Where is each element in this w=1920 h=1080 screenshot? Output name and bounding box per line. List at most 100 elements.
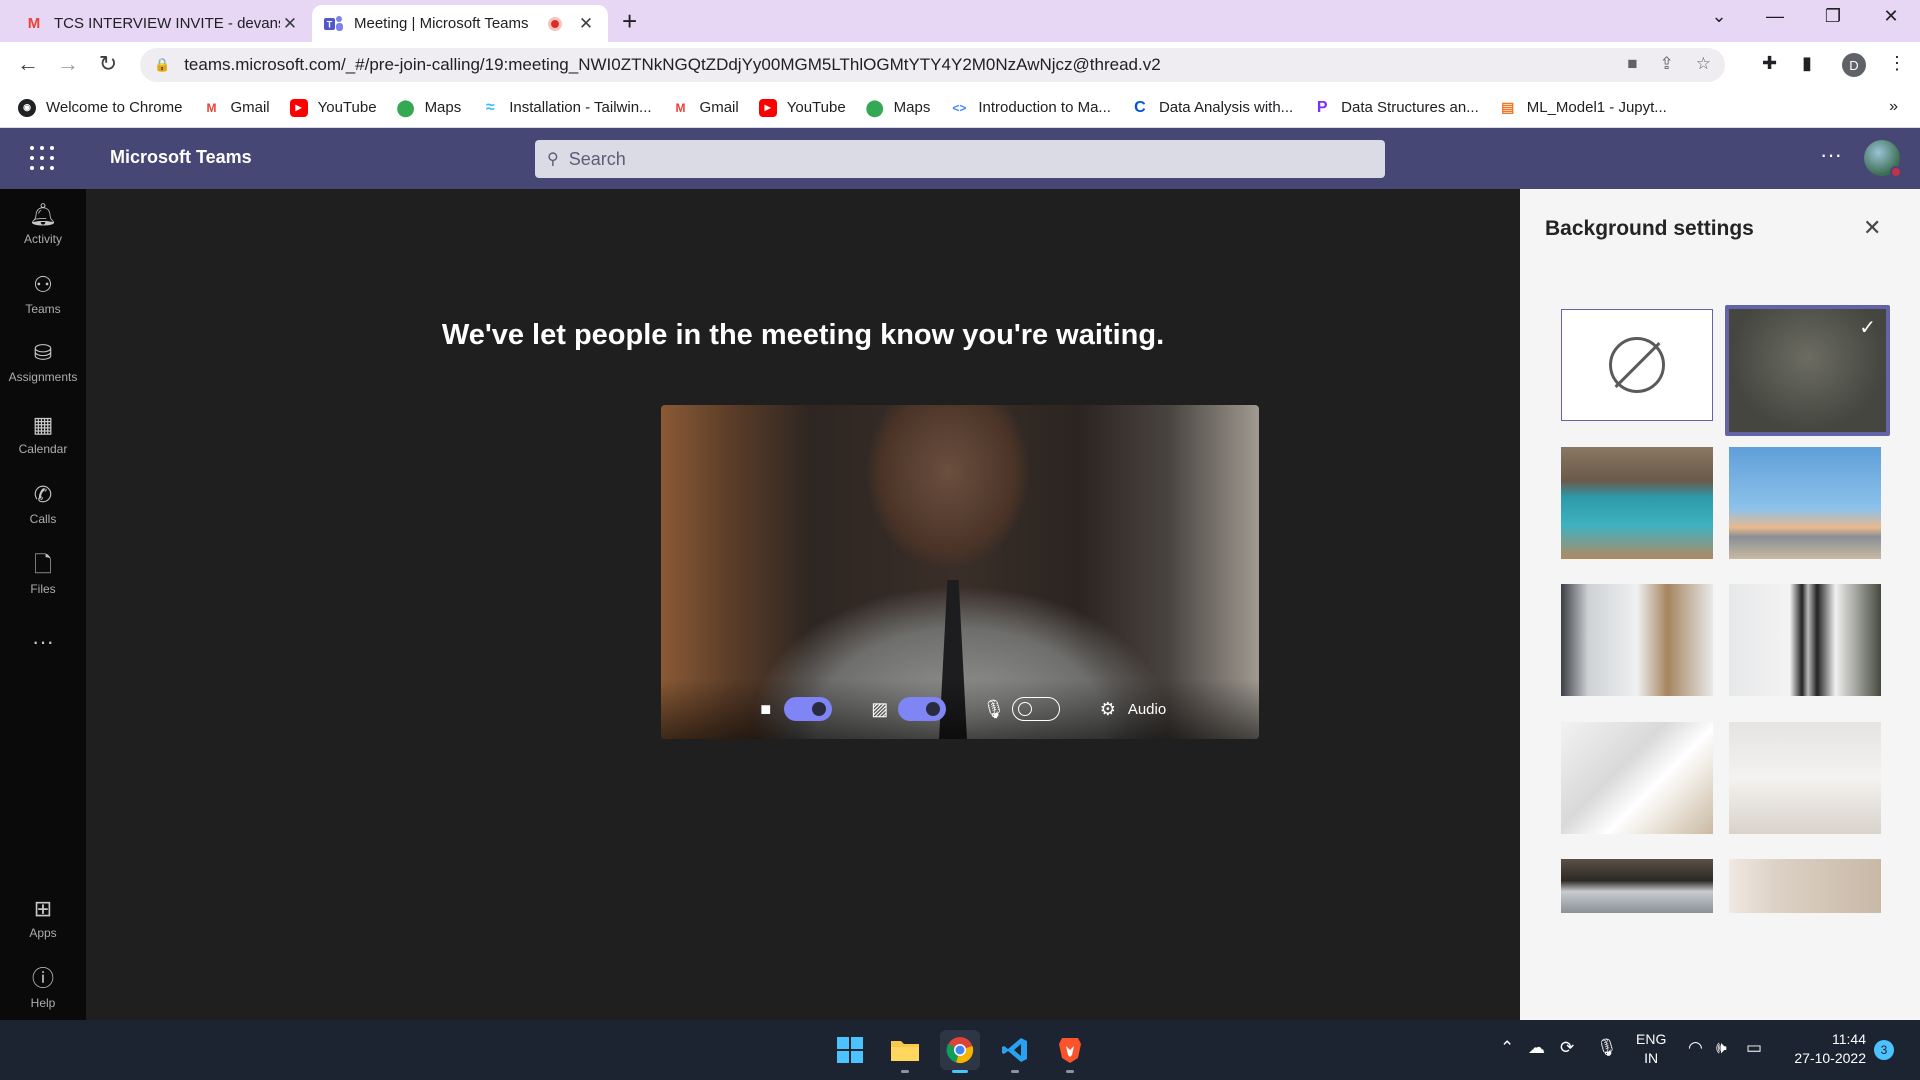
browser-tab-teams[interactable]: T Meeting | Microsoft Teams ✕ [312,5,608,42]
waiting-message: We've let people in the meeting know you… [441,319,1165,351]
background-option-white-empty-studio[interactable] [1729,722,1881,834]
brave-taskbar-button[interactable] [1050,1030,1090,1073]
language-indicator[interactable]: ENG IN [1636,1030,1666,1068]
camera-toggle[interactable] [783,697,832,721]
microphone-icon[interactable]: 🎙︎ [1596,1038,1618,1058]
forward-button[interactable]: → [54,51,82,77]
running-indicator [901,1070,909,1073]
close-tab-icon[interactable]: ✕ [576,14,596,34]
background-option-blur[interactable]: ✓ [1725,305,1890,436]
chrome-icon [946,1037,974,1064]
bookmark-label: Data Analysis with... [1158,99,1294,116]
bookmarks-overflow-button[interactable]: » [1889,98,1898,116]
address-bar[interactable]: 🔒 teams.microsoft.com/_#/pre-join-callin… [140,48,1725,82]
gmail-icon: M [206,100,217,115]
youtube-icon: ▶ [289,98,308,117]
background-option-white-room-mirror[interactable] [1729,584,1881,696]
rail-item-assignments[interactable]: ⛁ Assignments [0,339,86,384]
toggle-knob [1017,702,1032,716]
rail-item-files[interactable]: 🗋 Files [0,551,86,596]
back-button[interactable]: ← [14,51,42,77]
camera-in-use-icon[interactable]: ■ [1627,54,1637,74]
show-hidden-icons-button[interactable]: ⌃ [1500,1038,1514,1058]
bookmark-star-icon[interactable]: ☆ [1696,54,1711,74]
bookmark-item[interactable]: ▶ YouTube [289,98,377,117]
gmail-icon: M [675,100,686,115]
app-launcher-icon[interactable] [30,146,54,170]
window-close-button[interactable]: ✕ [1876,6,1906,27]
rail-item-activity[interactable]: 🔔︎ Activity [0,201,86,246]
region-code: IN [1644,1050,1659,1066]
battery-icon[interactable]: ▭ [1746,1038,1762,1058]
background-option-office-lockers[interactable] [1561,447,1713,559]
tab-search-icon[interactable]: ⌄ [1704,6,1734,27]
bookmark-item[interactable]: M Gmail [672,99,739,117]
rail-item-teams[interactable]: ⚇ Teams [0,271,86,316]
bookmark-label: Introduction to Ma... [978,99,1111,116]
start-button[interactable] [830,1030,870,1070]
new-tab-button[interactable]: + [622,6,637,37]
tailwind-icon: ≈ [485,98,495,116]
extensions-icon[interactable]: ✚ [1762,53,1777,74]
background-option-none[interactable] [1561,309,1713,421]
side-panel-icon[interactable]: ▮ [1802,53,1812,74]
mic-toggle[interactable] [1011,697,1060,721]
file-icon: 🗋 [34,552,52,577]
bookmark-item[interactable]: ▶ YouTube [758,98,846,117]
file-explorer-button[interactable] [885,1030,925,1073]
bookmark-label: Maps [893,99,931,116]
running-indicator [1066,1070,1074,1073]
bookmark-item[interactable]: ⬤ Maps [866,99,931,117]
rail-item-calendar[interactable]: ▦ Calendar [0,411,86,456]
background-effects-icon: ▨ [871,698,889,719]
reload-button[interactable]: ↻ [94,51,122,77]
tab-title: Meeting | Microsoft Teams [354,15,529,32]
gmail-icon: M [27,15,41,32]
volume-icon[interactable]: 🕪 [1716,1038,1727,1058]
background-option-industrial-loft[interactable] [1561,859,1713,913]
notification-badge[interactable]: 3 [1874,1040,1894,1060]
sync-icon[interactable]: ⟳ [1560,1038,1574,1058]
clock-date: 27-10-2022 [1794,1050,1866,1066]
system-clock[interactable]: 11:44 27-10-2022 [1786,1030,1866,1068]
minimize-button[interactable]: — [1760,6,1790,27]
close-icon[interactable]: ✕ [1863,215,1881,241]
rail-item-help[interactable]: ⓘ Help [0,965,86,1010]
bookmark-item[interactable]: M Gmail [202,99,269,117]
bell-icon: 🔔︎ [29,202,57,227]
profile-avatar[interactable]: D [1842,53,1866,77]
audio-settings-button[interactable]: ⚙ Audio [1096,699,1166,720]
bookmark-item[interactable]: ⬤ Maps [397,99,462,117]
background-option-beige-wall[interactable] [1729,859,1881,913]
bookmark-item[interactable]: C Data Analysis with... [1131,99,1293,117]
rail-item-apps[interactable]: ⊞ Apps [0,895,86,940]
background-option-white-loft-stairs[interactable] [1561,722,1713,834]
clock-time: 11:44 [1832,1031,1866,1047]
avatar[interactable] [1864,140,1902,178]
bookmark-item[interactable]: ◉ Welcome to Chrome [18,98,182,117]
restore-button[interactable]: ❐ [1818,6,1848,27]
chrome-menu-icon[interactable]: ⋮ [1888,53,1906,74]
lock-icon[interactable]: 🔒 [154,57,170,73]
url-text[interactable]: teams.microsoft.com/_#/pre-join-calling/… [184,55,1160,75]
apps-icon: ⊞ [33,896,53,921]
rail-item-calls[interactable]: ✆ Calls [0,481,86,526]
share-icon[interactable]: ⇪ [1660,54,1674,74]
bookmark-item[interactable]: ▤ ML_Model1 - Jupyt... [1499,99,1667,117]
background-effects-toggle[interactable] [897,697,946,721]
browser-tab-gmail[interactable]: M TCS INTERVIEW INVITE - devansh ✕ [12,5,312,42]
vscode-taskbar-button[interactable] [995,1030,1035,1073]
wifi-icon[interactable]: ◠ [1688,1038,1703,1058]
close-tab-icon[interactable]: ✕ [280,14,300,34]
rail-more-button[interactable]: ··· [0,629,86,655]
bookmark-item[interactable]: <> Introduction to Ma... [950,99,1111,117]
more-options-button[interactable]: ··· [1820,142,1842,168]
chrome-taskbar-button[interactable] [940,1030,980,1073]
background-option-beach-lifeguard[interactable] [1729,447,1881,559]
search-input[interactable]: ⚲ Search [535,140,1385,178]
onedrive-icon[interactable]: ☁ [1528,1038,1545,1058]
bookmark-item[interactable]: ≈ Installation - Tailwin... [481,98,652,117]
bookmark-item[interactable]: P Data Structures an... [1313,99,1479,117]
youtube-icon: ▶ [758,98,777,117]
background-option-white-room-window[interactable] [1561,584,1713,696]
